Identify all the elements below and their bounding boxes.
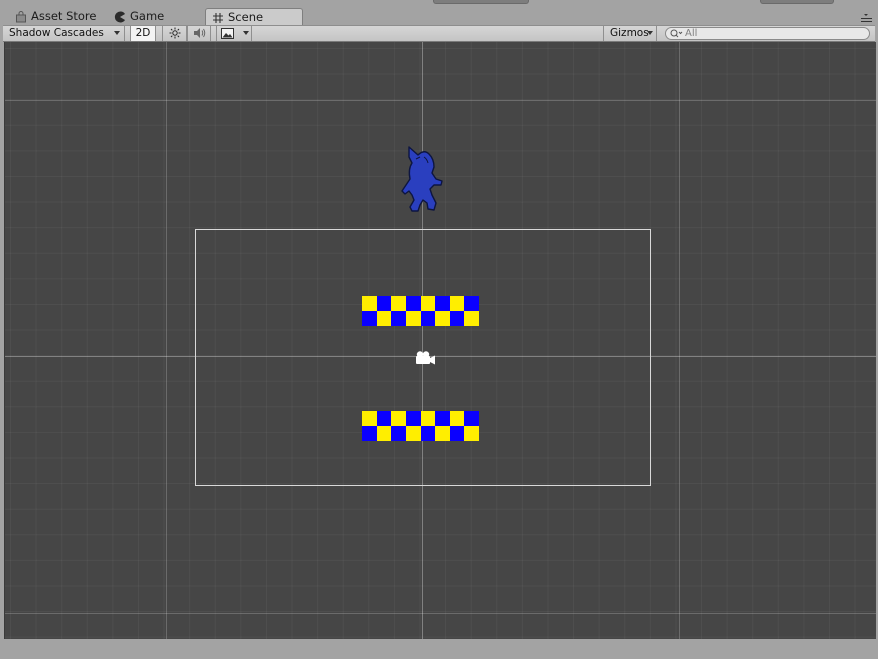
search-icon [670, 29, 683, 38]
chevron-down-icon [114, 31, 120, 35]
grid-line [679, 42, 680, 639]
sun-icon [169, 27, 180, 39]
pacman-icon [114, 11, 125, 22]
chevron-down-icon [647, 31, 653, 35]
draw-mode-dropdown[interactable]: Shadow Cascades [3, 26, 125, 41]
grid-line [166, 42, 167, 639]
scene-effects-dropdown[interactable] [216, 26, 252, 41]
2d-mode-label: 2D [135, 27, 151, 39]
draw-mode-label: Shadow Cascades [9, 27, 104, 39]
image-icon [221, 28, 234, 39]
tab-scene[interactable]: Scene [205, 8, 303, 26]
checker-platform-top[interactable] [362, 296, 479, 326]
hash-icon [213, 12, 223, 23]
tab-game[interactable]: Game [108, 8, 170, 25]
scene-audio-toggle[interactable] [187, 26, 211, 41]
2d-mode-toggle[interactable]: 2D [130, 26, 156, 41]
search-input[interactable] [685, 28, 865, 39]
tab-bar: Asset Store Game Scene [0, 0, 878, 26]
tab-asset-store-label: Asset Store [31, 9, 97, 23]
grid-line [5, 100, 876, 101]
bag-icon [16, 10, 26, 22]
scene-viewport[interactable] [4, 42, 876, 639]
scene-search[interactable] [665, 27, 870, 40]
tab-asset-store[interactable]: Asset Store [9, 8, 103, 25]
panel-menu-icon[interactable] [861, 13, 872, 23]
checker-platform-bottom[interactable] [362, 411, 479, 441]
tab-scene-label: Scene [228, 10, 264, 24]
speaker-icon [193, 28, 205, 38]
camera-gizmo-icon[interactable] [413, 350, 437, 366]
chevron-down-icon [243, 31, 249, 35]
scene-lighting-toggle[interactable] [162, 26, 187, 41]
top-toolbar-stub [433, 0, 529, 4]
gizmos-dropdown[interactable]: Gizmos [603, 26, 657, 41]
top-toolbar-stub-right [760, 0, 834, 4]
grid-line [5, 613, 876, 614]
gizmos-label: Gizmos [610, 27, 649, 39]
character-sprite[interactable] [398, 145, 446, 213]
tab-game-label: Game [130, 9, 165, 23]
scene-toolbar: Shadow Cascades 2D Gizmos [3, 25, 875, 42]
